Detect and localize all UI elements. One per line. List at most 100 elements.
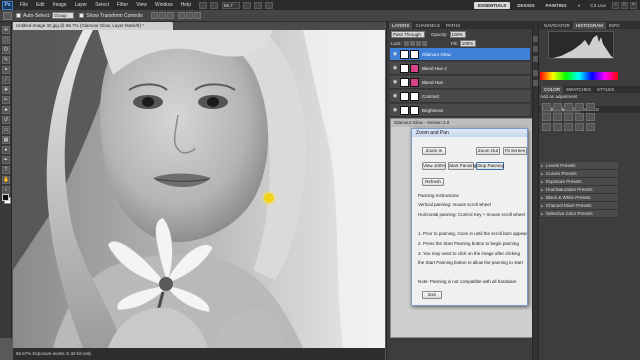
layer-row[interactable]: ◉ Brightness: [390, 104, 530, 117]
minimize-button[interactable]: –: [612, 1, 619, 9]
image-canvas[interactable]: [13, 30, 385, 348]
layer-row[interactable]: ◉ Glamour Glow: [390, 48, 530, 61]
clone-stamp-tool-icon[interactable]: ♣: [2, 106, 10, 114]
history-brush-tool-icon[interactable]: ↺: [2, 116, 10, 124]
maximize-button[interactable]: □: [621, 1, 628, 9]
tab-swatches[interactable]: SWATCHES: [563, 86, 594, 93]
zoom-out-button[interactable]: Zoom Out: [476, 147, 500, 155]
cs-live-button[interactable]: CS Live: [590, 3, 606, 8]
fill-input[interactable]: 100%: [459, 40, 476, 47]
layer-row[interactable]: ◉ Contrast: [390, 90, 530, 103]
align-middle-icon[interactable]: [158, 12, 166, 19]
healing-brush-tool-icon[interactable]: ✚: [2, 86, 10, 94]
workspace-design[interactable]: DESIGN: [513, 2, 538, 9]
eraser-tool-icon[interactable]: ▭: [2, 126, 10, 134]
visibility-eye-icon[interactable]: ◉: [392, 107, 398, 113]
visibility-eye-icon[interactable]: ◉: [392, 79, 398, 85]
hand-tool-icon[interactable]: ✋: [2, 176, 10, 184]
color-balance-icon[interactable]: [553, 113, 562, 121]
selective-color-icon[interactable]: [586, 123, 595, 131]
exposure-icon[interactable]: [575, 103, 584, 111]
visibility-eye-icon[interactable]: ◉: [392, 93, 398, 99]
menu-file[interactable]: File: [16, 2, 32, 8]
refresh-button[interactable]: Refresh: [422, 178, 444, 186]
menu-filter[interactable]: Filter: [113, 2, 132, 8]
preset-curves[interactable]: Curves Presets: [540, 170, 618, 178]
menu-layer[interactable]: Layer: [71, 2, 92, 8]
start-panning-button[interactable]: Start Panning: [448, 162, 476, 170]
dodge-tool-icon[interactable]: ●: [2, 146, 10, 154]
mini-bridge-icon[interactable]: [209, 1, 218, 9]
menu-window[interactable]: Window: [151, 2, 177, 8]
tab-styles[interactable]: STYLES: [594, 86, 617, 93]
levels-icon[interactable]: [553, 103, 562, 111]
color-spectrum-bar[interactable]: [540, 72, 618, 80]
lock-all-icon[interactable]: [421, 41, 427, 46]
menu-select[interactable]: Select: [91, 2, 113, 8]
preset-channel-mixer[interactable]: Channel Mixer Presets: [540, 202, 618, 210]
tab-histogram[interactable]: HISTOGRAM: [572, 22, 606, 29]
eyedropper-tool-icon[interactable]: ⁄: [2, 76, 10, 84]
crop-tool-icon[interactable]: ⌗: [2, 66, 10, 74]
arrange-documents-icon[interactable]: [253, 1, 262, 9]
pen-tool-icon[interactable]: ✒: [2, 156, 10, 164]
document-tab[interactable]: Untitled-Image 32.jpg @ 66.7% (Glamour G…: [13, 22, 173, 30]
layer-row[interactable]: ◉ Blend Hue 2: [390, 62, 530, 75]
workspace-more[interactable]: »: [574, 2, 585, 9]
threshold-icon[interactable]: [564, 123, 573, 131]
preset-levels[interactable]: Levels Presets: [540, 162, 618, 170]
lock-position-icon[interactable]: [415, 41, 421, 46]
view-extras-icon[interactable]: [242, 1, 251, 9]
vibrance-icon[interactable]: [586, 103, 595, 111]
preset-selective-color[interactable]: Selective Color Presets: [540, 210, 618, 218]
stop-panning-button[interactable]: Stop Panning: [476, 162, 504, 170]
align-left-icon[interactable]: [177, 12, 185, 19]
brightness-contrast-icon[interactable]: [542, 103, 551, 111]
black-white-icon[interactable]: [564, 113, 573, 121]
view-100-button[interactable]: View 100%: [422, 162, 446, 170]
bridge-icon[interactable]: [198, 1, 207, 9]
gradient-map-icon[interactable]: [575, 123, 584, 131]
preset-hue-saturation[interactable]: Hue/Saturation Presets: [540, 186, 618, 194]
tab-paths[interactable]: PATHS: [443, 22, 463, 29]
fit-screen-button[interactable]: Fit Screen: [503, 147, 527, 155]
tab-channels[interactable]: CHANNELS: [412, 22, 443, 29]
lock-transparent-icon[interactable]: [403, 41, 409, 46]
visibility-eye-icon[interactable]: ◉: [392, 65, 398, 71]
brush-tool-icon[interactable]: ✏: [2, 96, 10, 104]
invert-icon[interactable]: [542, 123, 551, 131]
workspace-painting[interactable]: PAINTING: [542, 2, 571, 9]
visibility-eye-icon[interactable]: ◉: [392, 51, 398, 57]
type-tool-icon[interactable]: T: [2, 166, 10, 174]
transform-controls-checkbox[interactable]: [79, 13, 85, 18]
posterize-icon[interactable]: [553, 123, 562, 131]
lasso-tool-icon[interactable]: ʘ: [2, 46, 10, 54]
screen-mode-icon[interactable]: [264, 1, 273, 9]
tab-color[interactable]: COLOR: [541, 86, 564, 93]
align-center-icon[interactable]: [185, 12, 193, 19]
exit-button[interactable]: Exit: [422, 291, 442, 299]
workspace-essentials[interactable]: ESSENTIALS: [474, 1, 511, 9]
tab-info[interactable]: INFO: [606, 22, 623, 29]
align-right-icon[interactable]: [193, 12, 201, 19]
tab-navigator[interactable]: NAVIGATOR: [541, 22, 573, 29]
quick-select-tool-icon[interactable]: ✎: [2, 56, 10, 64]
move-tool-icon[interactable]: ✣: [2, 26, 10, 34]
channel-mixer-icon[interactable]: [586, 113, 595, 121]
preset-black-white[interactable]: Black & White Presets: [540, 194, 618, 202]
auto-select-dropdown[interactable]: Group: [52, 12, 75, 19]
curves-icon[interactable]: [564, 103, 573, 111]
menu-help[interactable]: Help: [177, 2, 195, 8]
zoom-tool-icon[interactable]: ⌕: [2, 186, 10, 194]
tab-layers[interactable]: LAYERS: [389, 22, 413, 29]
marquee-tool-icon[interactable]: ⬚: [2, 36, 10, 44]
blend-mode-select[interactable]: Pass Through: [391, 31, 425, 38]
opacity-input[interactable]: 100%: [449, 31, 466, 38]
align-bottom-icon[interactable]: [166, 12, 174, 19]
zoom-in-button[interactable]: Zoom In: [422, 147, 446, 155]
align-top-icon[interactable]: [150, 12, 158, 19]
close-button[interactable]: ×: [630, 1, 637, 9]
hue-saturation-icon[interactable]: [542, 113, 551, 121]
gradient-tool-icon[interactable]: ▦: [2, 136, 10, 144]
auto-select-checkbox[interactable]: [16, 13, 21, 18]
